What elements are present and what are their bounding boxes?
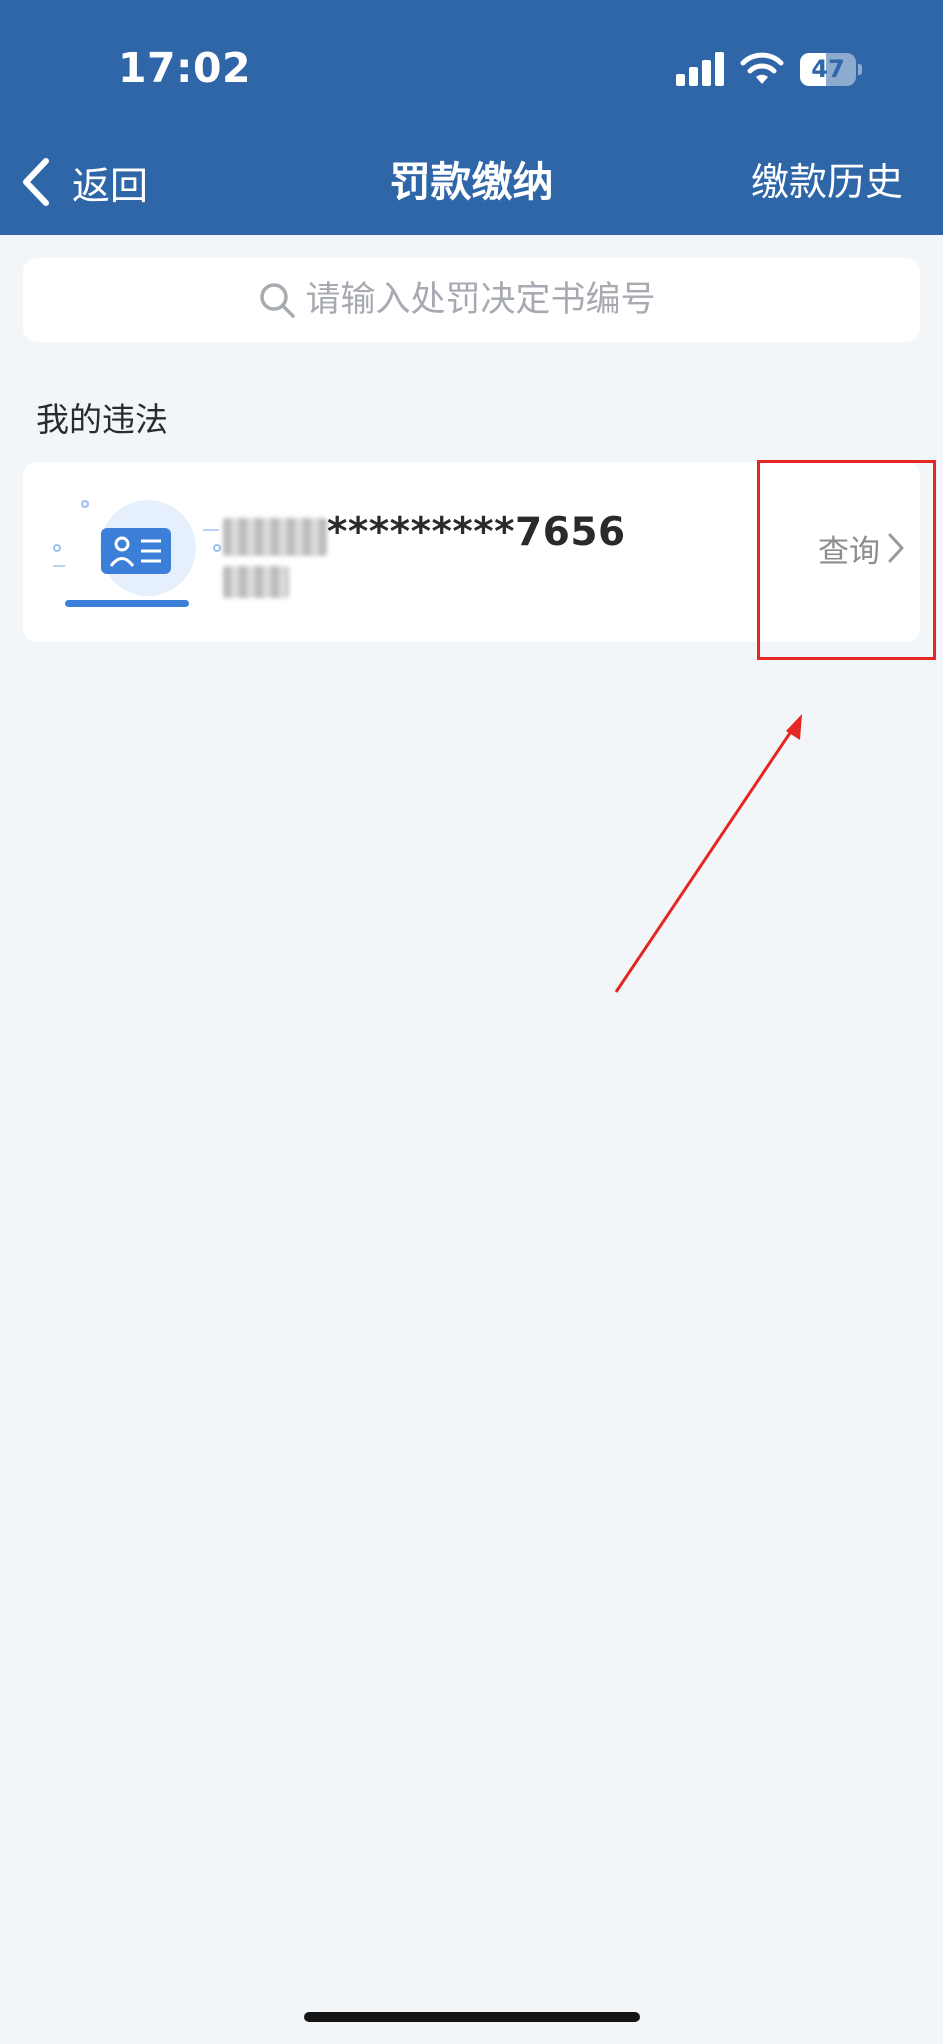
battery-percent: 47: [811, 55, 845, 83]
id-card-icon: [53, 500, 221, 607]
section-title: 我的违法: [36, 400, 168, 439]
vehicle-type-redacted: [223, 566, 289, 598]
signal-icon: [676, 52, 724, 86]
payment-history-button[interactable]: 缴款历史: [751, 150, 903, 214]
home-indicator: [304, 2012, 640, 2022]
annotation-arrow-icon: [614, 714, 802, 993]
search-icon: [259, 283, 295, 318]
plate-prefix-redacted: [223, 518, 327, 556]
highlight-box: [757, 460, 936, 660]
page: 17:02 47 返回 罚款缴纳 缴款历史 请输入处罚决定书编号 我的违法 **…: [0, 0, 943, 2044]
wifi-icon: [740, 52, 784, 84]
search-input[interactable]: [305, 280, 686, 320]
status-time: 17:02: [118, 44, 252, 92]
battery-icon: 47: [800, 53, 862, 86]
battery-body: 47: [800, 53, 856, 86]
battery-cap: [858, 64, 862, 75]
plate-number: *********7656: [327, 510, 626, 555]
chevron-left-icon: [23, 158, 49, 206]
back-button[interactable]: 返回: [18, 150, 148, 214]
search-bar[interactable]: [23, 258, 920, 342]
back-label: 返回: [72, 163, 149, 208]
app-header: 17:02 47 返回 罚款缴纳 缴款历史: [0, 0, 943, 235]
